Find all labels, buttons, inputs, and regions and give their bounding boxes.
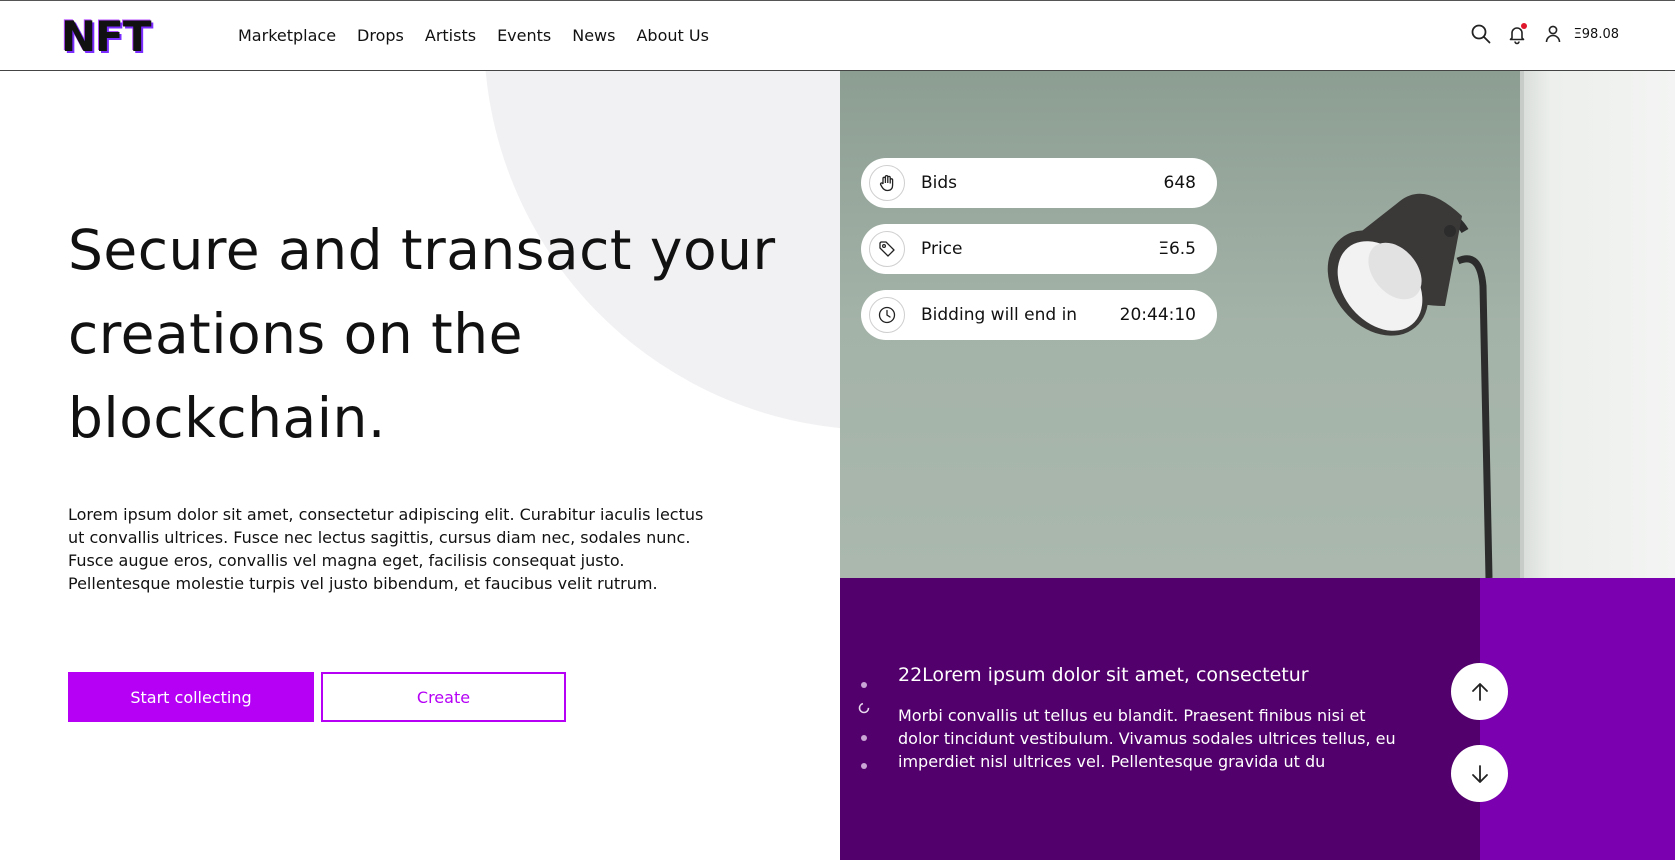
slide-text: Morbi convallis ut tellus eu blandit. Pr…: [898, 706, 1396, 771]
create-button[interactable]: Create: [321, 672, 566, 722]
slide-up-button[interactable]: [1451, 663, 1508, 720]
stat-value: 648: [1163, 173, 1196, 193]
clock-icon: [869, 297, 905, 333]
nav-news[interactable]: News: [572, 25, 615, 47]
slider-panel-accent: [1480, 578, 1675, 860]
stat-label: Bids: [921, 173, 958, 193]
arrow-up-icon: [1471, 682, 1488, 701]
pagination-dot[interactable]: [861, 763, 867, 769]
user-icon[interactable]: [1542, 23, 1564, 45]
nav-events[interactable]: Events: [497, 25, 551, 47]
main-nav: Marketplace Drops Artists Events News Ab…: [238, 25, 730, 47]
stat-label: Bidding will end in: [921, 305, 1078, 325]
site-header: NFT Marketplace Drops Artists Events New…: [0, 0, 1675, 71]
pagination-dot-active[interactable]: [858, 702, 872, 716]
hero-title: Secure and transact your creations on th…: [68, 218, 776, 450]
slide-down-button[interactable]: [1451, 745, 1508, 802]
tag-icon: [869, 231, 905, 267]
stat-value: Ξ6.5: [1158, 239, 1196, 259]
notification-dot: [1520, 23, 1527, 29]
stat-price: Price Ξ6.5: [861, 224, 1217, 274]
nav-artists[interactable]: Artists: [425, 25, 476, 47]
bell-icon[interactable]: [1506, 23, 1528, 45]
search-icon[interactable]: [1470, 23, 1492, 45]
stat-bids: Bids 648: [861, 158, 1217, 208]
stat-label: Price: [921, 239, 963, 259]
arrow-down-icon: [1471, 764, 1488, 783]
header-actions: Ξ98.08: [1470, 23, 1619, 45]
stat-value: 20:44:10: [1119, 305, 1196, 325]
nav-drops[interactable]: Drops: [357, 25, 404, 47]
logo[interactable]: NFT: [61, 15, 151, 59]
slide-title: 22Lorem ipsum dolor sit amet, consectetu…: [898, 664, 1309, 686]
start-collecting-button[interactable]: Start collecting: [68, 672, 314, 722]
nav-marketplace[interactable]: Marketplace: [238, 25, 336, 47]
hero-description: Lorem ipsum dolor sit amet, consectetur …: [68, 505, 704, 593]
wallet-balance[interactable]: Ξ98.08: [1574, 27, 1619, 42]
stat-bidding-ends: Bidding will end in 20:44:10: [861, 290, 1217, 340]
pagination-dot[interactable]: [861, 735, 867, 741]
pagination-dot[interactable]: [861, 682, 867, 688]
hand-icon: [869, 165, 905, 201]
nav-about-us[interactable]: About Us: [636, 25, 708, 47]
